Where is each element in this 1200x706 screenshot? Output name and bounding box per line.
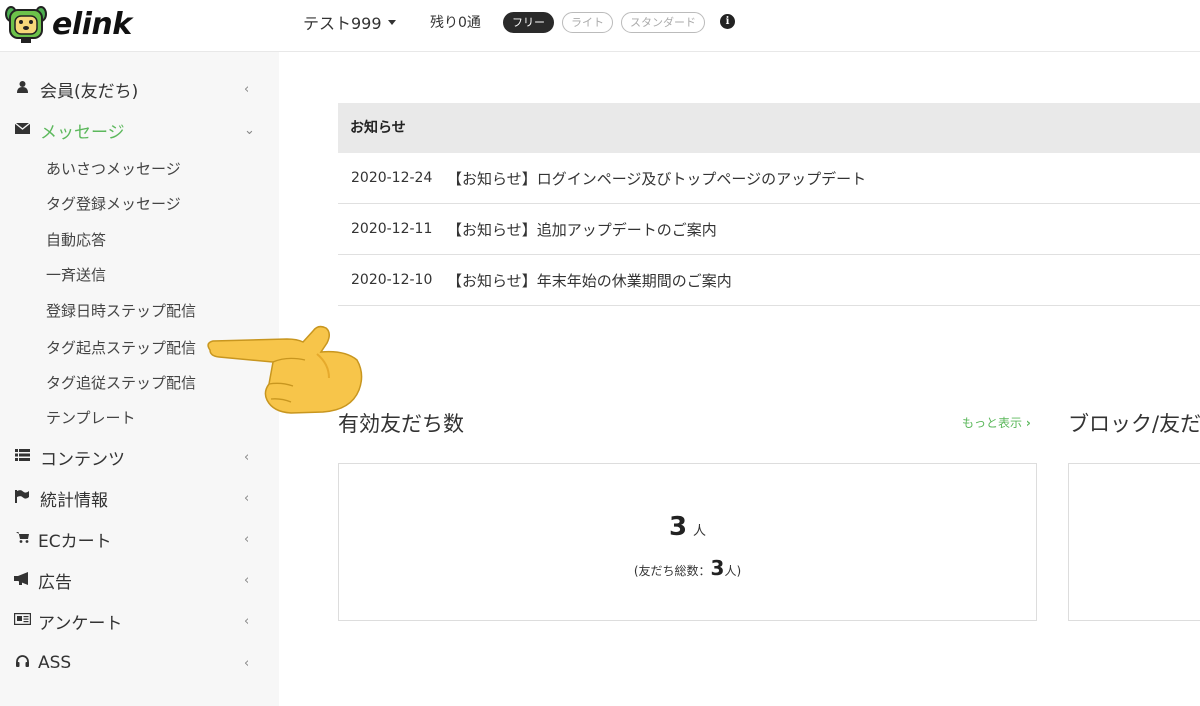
blocks-title: ブロック/友だ bbox=[1068, 412, 1200, 436]
remaining-messages: 残り0通 bbox=[430, 15, 481, 31]
notice-date: 2020-12-10 bbox=[351, 272, 433, 288]
sidebar-item-contents[interactable]: コンテンツ ‹ bbox=[0, 439, 279, 475]
notice-title-link[interactable]: 【お知らせ】年末年始の休業期間のご案内 bbox=[443, 270, 732, 291]
notices-header: お知らせ bbox=[338, 103, 1200, 153]
notice-title-link[interactable]: 【お知らせ】追加アップデートのご案内 bbox=[443, 219, 717, 240]
submenu-tag-follow-step-delivery[interactable]: タグ追従ステップ配信 bbox=[46, 371, 196, 395]
show-more-link[interactable]: もっと表示 › bbox=[962, 414, 1031, 431]
sidebar-item-members[interactable]: 会員(友だち) ‹ bbox=[0, 71, 279, 107]
megaphone-icon bbox=[14, 571, 30, 589]
logo-text: elink bbox=[52, 6, 132, 42]
sidebar-item-ec-cart[interactable]: ECカート ‹ bbox=[0, 521, 279, 557]
sidebar-item-label: コンテンツ bbox=[40, 449, 125, 470]
sidebar-item-label: 統計情報 bbox=[40, 490, 108, 511]
chevron-left-icon: ‹ bbox=[244, 81, 250, 97]
chevron-right-icon: › bbox=[1025, 416, 1031, 430]
sidebar-item-label: メッセージ bbox=[40, 122, 125, 143]
notice-row[interactable]: 2020-12-11 【お知らせ】追加アップデートのご案内 bbox=[338, 204, 1200, 255]
newspaper-icon bbox=[13, 612, 32, 629]
top-header: elink テスト999 残り0通 フリー ライト スタンダード i bbox=[0, 0, 1200, 52]
chevron-left-icon: ‹ bbox=[244, 572, 250, 588]
caret-down-icon bbox=[387, 19, 396, 25]
submenu-greeting-message[interactable]: あいさつメッセージ bbox=[46, 157, 181, 181]
chevron-left-icon: ‹ bbox=[244, 613, 250, 629]
sidebar-item-label: 広告 bbox=[38, 572, 72, 593]
headset-icon bbox=[14, 655, 30, 671]
friend-count: 3人 bbox=[339, 512, 1036, 542]
account-name: テスト999 bbox=[303, 14, 382, 33]
plan-badge-standard: スタンダード bbox=[621, 12, 705, 33]
notice-date: 2020-12-24 bbox=[351, 170, 433, 186]
cart-icon bbox=[14, 531, 30, 547]
plan-badge-light: ライト bbox=[562, 12, 613, 33]
show-more-label: もっと表示 bbox=[962, 416, 1023, 430]
flag-icon bbox=[14, 489, 30, 507]
plan-badges: フリー ライト スタンダード bbox=[503, 12, 705, 33]
sidebar-item-survey[interactable]: アンケート ‹ bbox=[0, 603, 279, 639]
info-icon[interactable]: i bbox=[720, 14, 735, 29]
chevron-left-icon: ‹ bbox=[244, 655, 250, 671]
submenu-auto-reply[interactable]: 自動応答 bbox=[46, 228, 106, 252]
sidebar-item-label: ECカート bbox=[38, 531, 112, 552]
sidebar-item-ass[interactable]: ASS ‹ bbox=[0, 645, 279, 681]
submenu-date-step-delivery[interactable]: 登録日時ステップ配信 bbox=[46, 299, 196, 323]
total-friends-suffix: 人) bbox=[724, 564, 742, 578]
plan-badge-free: フリー bbox=[503, 12, 554, 33]
submenu-template[interactable]: テンプレート bbox=[46, 406, 136, 430]
account-dropdown[interactable]: テスト999 bbox=[303, 10, 396, 34]
user-icon bbox=[14, 81, 30, 97]
active-friends-card: 3人 (友だち総数：3人) bbox=[338, 463, 1037, 621]
notice-date: 2020-12-11 bbox=[351, 221, 433, 237]
friend-count-unit: 人 bbox=[693, 524, 707, 539]
blocks-card bbox=[1068, 463, 1200, 621]
sidebar-item-label: アンケート bbox=[38, 613, 123, 634]
sidebar-item-label: ASS bbox=[38, 653, 72, 673]
dog-mascot-icon bbox=[5, 6, 47, 43]
chevron-left-icon: ‹ bbox=[244, 531, 250, 547]
list-icon bbox=[14, 449, 30, 465]
notices-table: お知らせ 2020-12-24 【お知らせ】ログインページ及びトップページのアッ… bbox=[338, 103, 1200, 306]
sidebar-item-statistics[interactable]: 統計情報 ‹ bbox=[0, 480, 279, 516]
elink-logo[interactable]: elink bbox=[4, 4, 132, 44]
pointing-hand-icon bbox=[207, 325, 363, 414]
total-friends-number: 3 bbox=[710, 556, 725, 580]
submenu-tag-origin-step-delivery[interactable]: タグ起点ステップ配信 bbox=[46, 336, 196, 360]
envelope-icon bbox=[14, 121, 30, 138]
chevron-left-icon: ‹ bbox=[244, 490, 250, 506]
total-friends-prefix: (友だち総数： bbox=[633, 564, 711, 578]
notice-row[interactable]: 2020-12-10 【お知らせ】年末年始の休業期間のご案内 bbox=[338, 255, 1200, 306]
notice-row[interactable]: 2020-12-24 【お知らせ】ログインページ及びトップページのアップデート bbox=[338, 153, 1200, 204]
submenu-tag-registration-message[interactable]: タグ登録メッセージ bbox=[46, 192, 181, 216]
notice-title-link[interactable]: 【お知らせ】ログインページ及びトップページのアップデート bbox=[443, 168, 866, 189]
sidebar-item-messages[interactable]: メッセージ ⌄ bbox=[0, 112, 279, 148]
chevron-down-icon: ⌄ bbox=[244, 122, 255, 138]
friend-count-number: 3 bbox=[668, 512, 688, 542]
total-friends: (友だち総数：3人) bbox=[339, 556, 1036, 580]
sidebar-item-ads[interactable]: 広告 ‹ bbox=[0, 562, 279, 598]
submenu-broadcast[interactable]: 一斉送信 bbox=[46, 263, 106, 287]
sidebar-item-label: 会員(友だち) bbox=[40, 81, 139, 102]
chevron-left-icon: ‹ bbox=[244, 449, 250, 465]
